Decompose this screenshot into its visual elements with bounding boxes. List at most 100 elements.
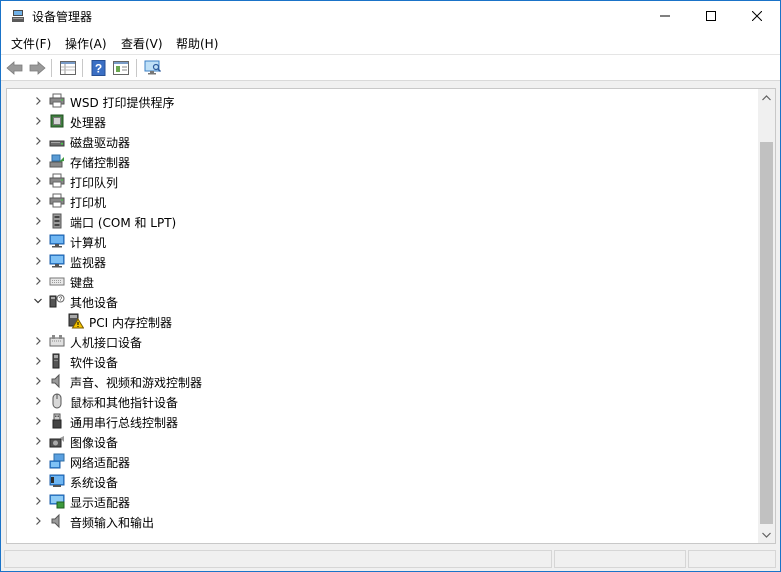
tree-category[interactable]: 网络适配器 [7, 451, 759, 471]
minimize-button[interactable] [642, 1, 688, 31]
title-bar[interactable]: 设备管理器 [1, 1, 780, 31]
scroll-up-button[interactable] [758, 89, 775, 106]
menu-file[interactable]: 文件(F) [11, 35, 51, 52]
chevron-right-icon[interactable] [33, 516, 43, 526]
printer-icon [49, 93, 65, 108]
maximize-icon [706, 11, 716, 21]
warning-device-icon [68, 313, 84, 329]
scrollbar-thumb[interactable] [760, 142, 773, 524]
status-pane-middle [554, 550, 686, 568]
tree-device[interactable]: PCI 内存控制器 [7, 311, 759, 331]
vertical-scrollbar[interactable] [758, 89, 775, 543]
device-manager-window: 设备管理器 文件(F) 操作(A) 查看(V) 帮助(H) ? WSD 打印提供… [0, 0, 781, 572]
tree-category[interactable]: ? 其他设备 [7, 291, 759, 311]
chevron-right-icon[interactable] [33, 396, 43, 406]
computer-icon [49, 234, 65, 248]
tree-item-label: 磁盘驱动器 [70, 136, 131, 150]
device-tree[interactable]: WSD 打印提供程序 处理器磁盘驱动器 存储控制器打印队列 打印机端口 (COM 和 … [6, 88, 776, 544]
tree-category[interactable]: 人机接口设备 [7, 331, 759, 351]
hid-icon [49, 335, 65, 347]
tree-item-label: 处理器 [70, 116, 107, 130]
printer-icon [49, 193, 65, 208]
other-devices-icon: ? [49, 294, 65, 308]
forward-button[interactable] [27, 58, 47, 78]
tree-item-label: 声音、视频和游戏控制器 [70, 376, 203, 390]
tree-category[interactable]: 磁盘驱动器 [7, 131, 759, 151]
tree-category[interactable]: 图像设备 [7, 431, 759, 451]
scan-monitor-icon [144, 60, 161, 75]
chevron-right-icon[interactable] [33, 476, 43, 486]
tree-item-label: WSD 打印提供程序 [70, 96, 175, 110]
disk-drive-icon [49, 140, 65, 147]
tree-item-label: 人机接口设备 [70, 336, 143, 350]
back-button[interactable] [5, 58, 25, 78]
scroll-down-button[interactable] [758, 526, 775, 543]
chevron-right-icon[interactable] [33, 236, 43, 246]
tree-item-label: 计算机 [70, 236, 107, 250]
close-button[interactable] [734, 1, 780, 31]
view-button[interactable] [111, 58, 131, 78]
properties-grid-button[interactable] [58, 58, 78, 78]
help-button[interactable]: ? [89, 58, 109, 78]
status-bar [1, 547, 780, 571]
tree-category[interactable]: WSD 打印提供程序 [7, 91, 759, 111]
chevron-right-icon[interactable] [33, 196, 43, 206]
tree-category[interactable]: 声音、视频和游戏控制器 [7, 371, 759, 391]
chevron-right-icon[interactable] [33, 136, 43, 146]
chevron-right-icon[interactable] [33, 256, 43, 266]
chevron-right-icon[interactable] [33, 496, 43, 506]
processor-icon [50, 114, 64, 128]
storage-controller-icon [49, 154, 64, 168]
tree-category[interactable]: 监视器 [7, 251, 759, 271]
chevron-right-icon[interactable] [33, 176, 43, 186]
port-icon [52, 213, 62, 229]
chevron-right-icon[interactable] [33, 376, 43, 386]
tree-category[interactable]: 存储控制器 [7, 151, 759, 171]
maximize-button[interactable] [688, 1, 734, 31]
tree-category[interactable]: 鼠标和其他指针设备 [7, 391, 759, 411]
chevron-right-icon[interactable] [33, 456, 43, 466]
toolbar: ? [1, 55, 780, 81]
status-pane-right [688, 550, 776, 568]
tree-category[interactable]: 计算机 [7, 231, 759, 251]
device-manager-app-icon [12, 10, 24, 22]
chevron-right-icon[interactable] [33, 356, 43, 366]
tree-item-label: 键盘 [70, 276, 95, 290]
help-icon: ? [91, 60, 106, 76]
chevron-right-icon[interactable] [33, 416, 43, 426]
menu-action[interactable]: 操作(A) [65, 35, 107, 52]
tree-category[interactable]: 处理器 [7, 111, 759, 131]
chevron-right-icon[interactable] [33, 276, 43, 286]
chevron-right-icon[interactable] [33, 336, 43, 346]
tree-category[interactable]: 打印队列 [7, 171, 759, 191]
system-device-icon [49, 474, 65, 487]
chevron-right-icon[interactable] [33, 96, 43, 106]
display-adapter-icon [49, 494, 65, 509]
back-icon [6, 61, 23, 75]
scan-hardware-button[interactable] [143, 58, 163, 78]
chevron-down-icon[interactable] [33, 296, 43, 306]
tree-item-label: 其他设备 [70, 296, 119, 310]
tree-category[interactable]: 显示适配器 [7, 491, 759, 511]
chevron-right-icon[interactable] [33, 116, 43, 126]
tree-category[interactable]: 软件设备 [7, 351, 759, 371]
speaker-icon [51, 373, 60, 389]
menu-help[interactable]: 帮助(H) [176, 35, 218, 52]
tree-category[interactable]: 音频输入和输出 [7, 511, 759, 531]
tree-item-label: 通用串行总线控制器 [70, 416, 179, 430]
tree-item-label: 网络适配器 [70, 456, 131, 470]
menu-view[interactable]: 查看(V) [121, 35, 163, 52]
tree-category[interactable]: 端口 (COM 和 LPT) [7, 211, 759, 231]
properties-grid-icon [60, 61, 76, 75]
tree-category[interactable]: 系统设备 [7, 471, 759, 491]
tree-category[interactable]: 通用串行总线控制器 [7, 411, 759, 431]
tree-category[interactable]: 键盘 [7, 271, 759, 291]
tree-item-label: 打印队列 [70, 176, 119, 190]
chevron-right-icon[interactable] [33, 436, 43, 446]
close-icon [752, 11, 762, 21]
tree-item-label: 端口 (COM 和 LPT) [70, 216, 177, 230]
tree-category[interactable]: 打印机 [7, 191, 759, 211]
chevron-right-icon[interactable] [33, 216, 43, 226]
forward-icon [29, 61, 46, 75]
chevron-right-icon[interactable] [33, 156, 43, 166]
